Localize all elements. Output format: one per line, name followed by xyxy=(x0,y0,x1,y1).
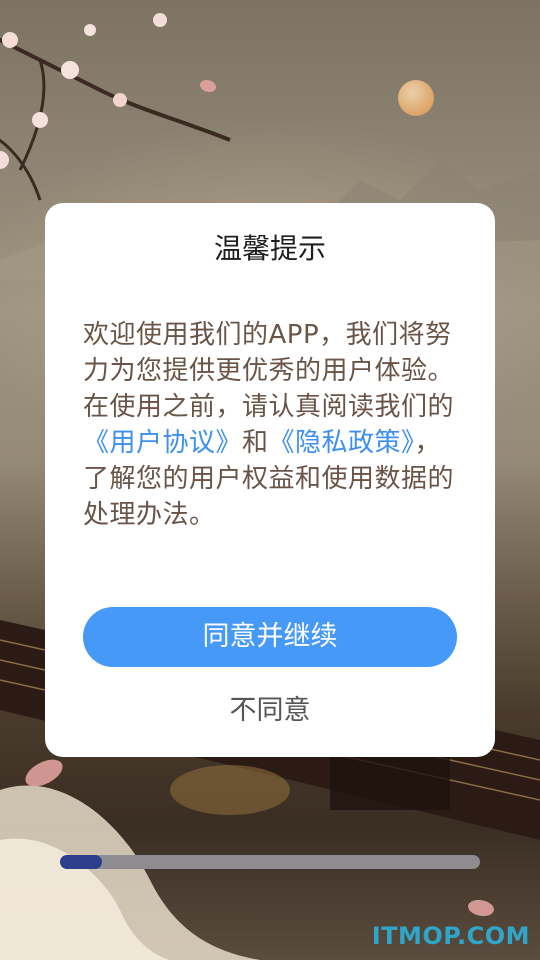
dialog-message: 欢迎使用我们的APP，我们将努力为您提供更优秀的用户体验。在使用之前，请认真阅读… xyxy=(83,317,461,533)
site-watermark: ITMOP.COM xyxy=(371,922,530,950)
loading-progress-bar xyxy=(60,855,480,869)
loading-progress-fill xyxy=(60,855,102,869)
privacy-dialog: 温馨提示 欢迎使用我们的APP，我们将努力为您提供更优秀的用户体验。在使用之前，… xyxy=(45,203,495,757)
sun-moon xyxy=(398,80,434,116)
plum-blossom-branch xyxy=(0,13,231,201)
message-intro: 欢迎使用我们的APP，我们将努力为您提供更优秀的用户体验。在使用之前，请认真阅读… xyxy=(83,320,455,422)
user-agreement-link[interactable]: 《用户协议》 xyxy=(83,428,242,458)
dialog-title: 温馨提示 xyxy=(213,232,326,265)
agree-and-continue-button[interactable]: 同意并继续 xyxy=(83,607,457,667)
message-and: 和 xyxy=(242,428,269,458)
privacy-policy-link[interactable]: 《隐私政策》 xyxy=(269,428,415,458)
disagree-button[interactable]: 不同意 xyxy=(45,689,495,733)
splash-screen: 温馨提示 欢迎使用我们的APP，我们将努力为您提供更优秀的用户体验。在使用之前，… xyxy=(0,0,540,960)
